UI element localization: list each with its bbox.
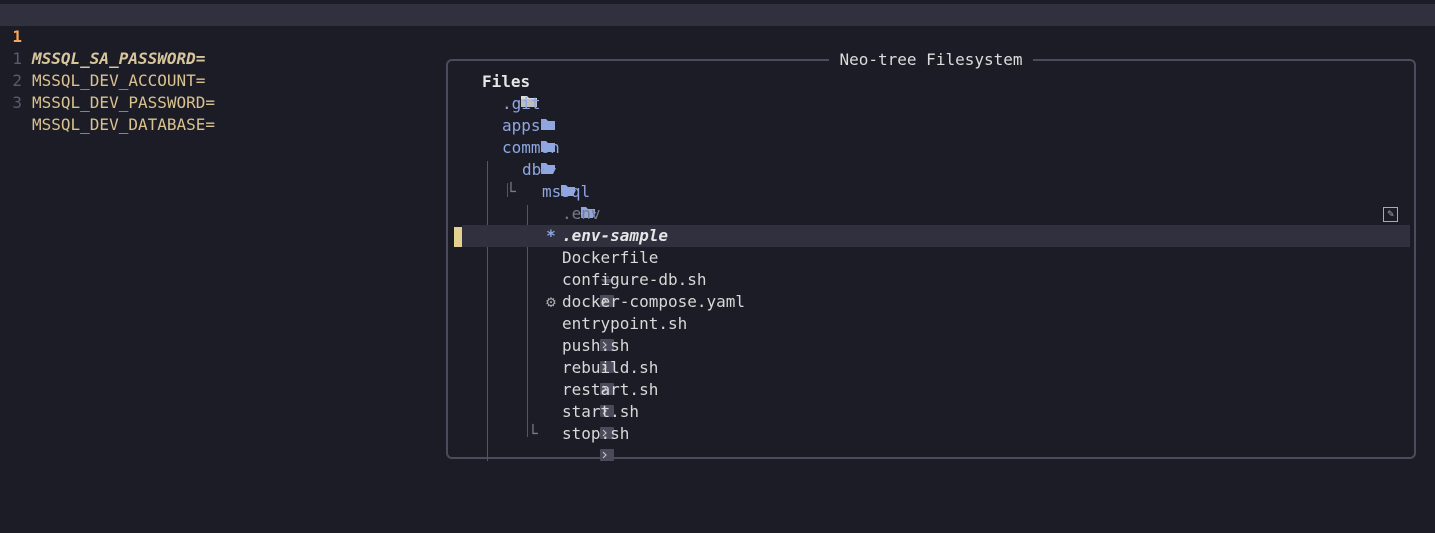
line-number: 3 (12, 93, 22, 112)
tree-item-label: mssql (542, 182, 591, 201)
tree-item-label: .env-sample (562, 226, 668, 245)
tree-item-restart[interactable]: restart.sh (462, 379, 1410, 417)
gear-icon: ⚙ (546, 292, 556, 311)
tree-item-start[interactable]: start.sh (462, 401, 1410, 439)
editor-line[interactable]: 1 MSSQL_SA_PASSWORD= (0, 4, 1435, 68)
tree-item-mssql[interactable]: └ mssql (462, 181, 1410, 218)
tree-item-label: common (502, 138, 560, 157)
tree-item-label: start.sh (562, 402, 640, 421)
asterisk-icon: * (546, 226, 556, 245)
neo-tree-float[interactable]: Neo-tree Filesystem Files .git apps comm… (446, 50, 1416, 461)
tree-item-label: apps (502, 116, 541, 135)
line-text[interactable]: MSSQL_DEV_DATABASE= (32, 114, 215, 136)
tree-item-label: stop.sh (562, 424, 630, 443)
tree-item-stop[interactable]: └ stop.sh (462, 423, 1410, 461)
tree-item-dockerfile[interactable]: Dockerfile (462, 247, 1410, 283)
tree-root-label: Files (482, 72, 531, 91)
tree-item-common[interactable]: common (462, 137, 1410, 174)
tree-item-env-sample[interactable]: * .env-sample (462, 225, 1410, 247)
tree-item-git[interactable]: .git (462, 93, 1410, 130)
tree-item-label: db (522, 160, 542, 179)
tree-item-push[interactable]: push.sh (462, 335, 1410, 373)
tree-item-label: rebuild.sh (562, 358, 659, 377)
editor-line[interactable]: 1 MSSQL_DEV_ACCOUNT= (0, 26, 1435, 90)
tree-item-label: restart.sh (562, 380, 659, 399)
tree-item-configure-db[interactable]: configure-db.sh (462, 269, 1410, 307)
tree-item-rebuild[interactable]: rebuild.sh (462, 357, 1410, 395)
tree-item-label: Dockerfile (562, 248, 659, 267)
tree-branch-glyph: └ (506, 182, 516, 201)
tree-item-entrypoint[interactable]: entrypoint.sh (462, 313, 1410, 351)
tree-item-label: .env (562, 204, 601, 223)
tree-item-env[interactable]: .env ✎ (462, 203, 1410, 240)
tree-item-label: entrypoint.sh (562, 314, 688, 333)
terminal-icon (542, 423, 614, 489)
tree-item-db[interactable]: db (462, 159, 1410, 196)
tree-item-docker-compose[interactable]: ⚙ docker-compose.yaml (462, 291, 1410, 313)
edit-icon[interactable]: ✎ (1383, 207, 1398, 222)
tree-item-label: .git (502, 94, 541, 113)
tree-item-label: docker-compose.yaml (562, 292, 746, 311)
git-sign-marker (454, 227, 462, 247)
neo-tree-title-text: Neo-tree Filesystem (829, 50, 1033, 69)
tree-item-label: configure-db.sh (562, 270, 707, 289)
tree-branch-glyph: └ (528, 424, 538, 443)
tree-item-apps[interactable]: apps (462, 115, 1410, 152)
tree-root[interactable]: Files (462, 71, 1410, 107)
line-text[interactable]: MSSQL_DEV_PASSWORD= (32, 92, 215, 114)
tree-item-label: push.sh (562, 336, 630, 355)
neo-tree-title: Neo-tree Filesystem (448, 50, 1414, 69)
